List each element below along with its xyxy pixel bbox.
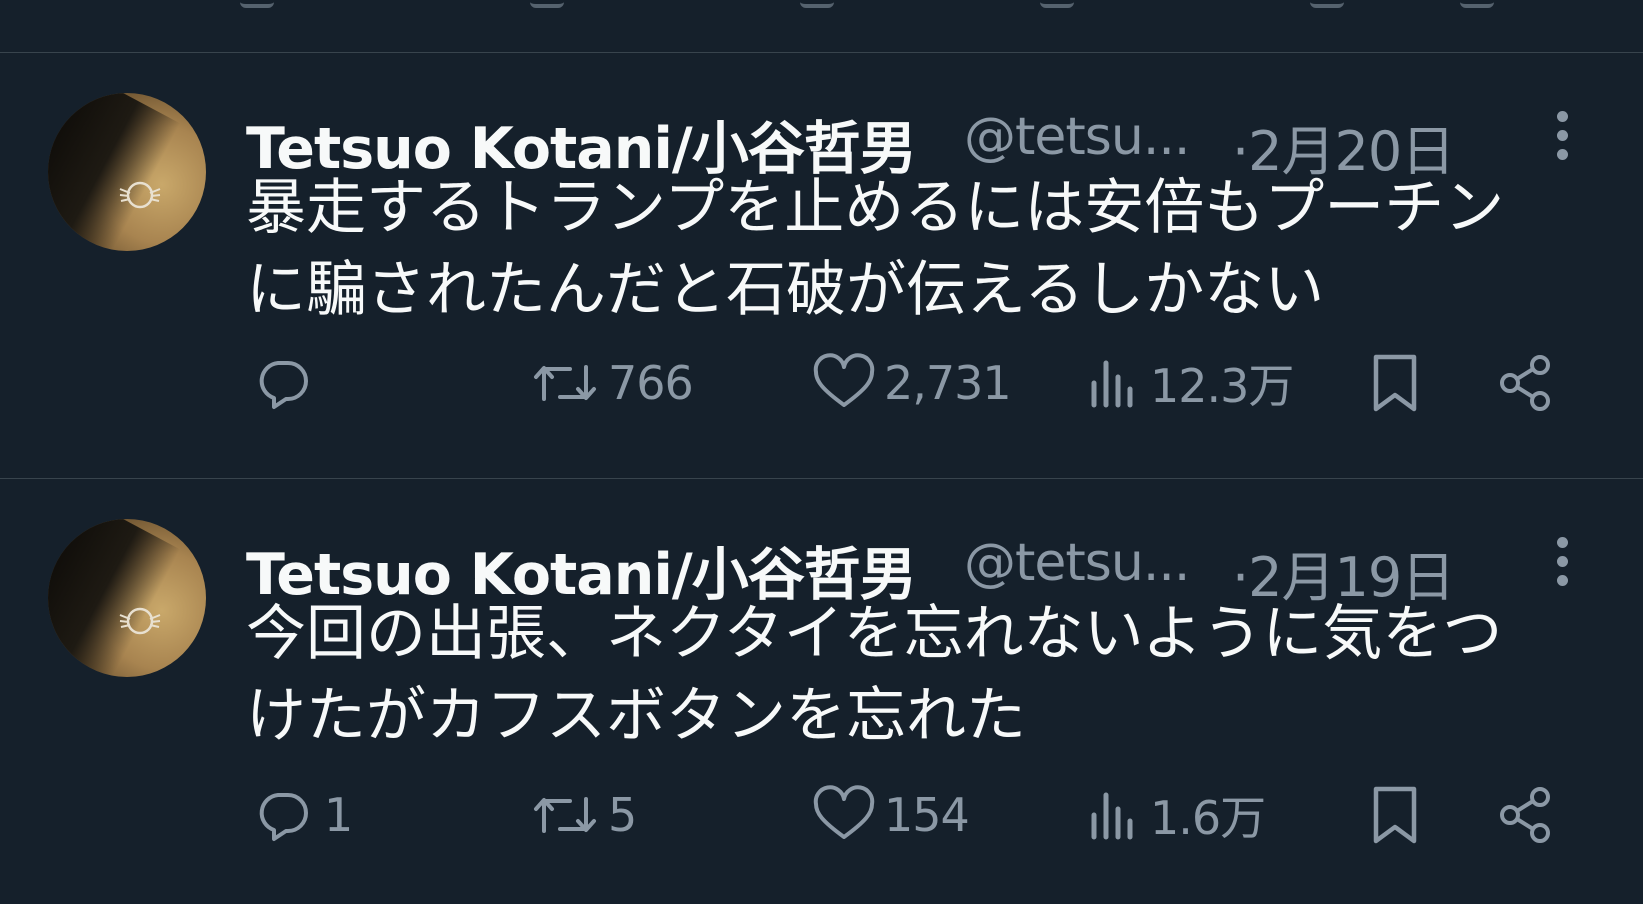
views-icon — [1091, 360, 1133, 408]
share-icon — [1500, 787, 1550, 843]
view-count: 12.3万 — [1150, 359, 1294, 413]
avatar-emblem-icon — [119, 181, 161, 209]
tweet-text-line: けたがカフスボタンを忘れた — [246, 681, 1026, 751]
reply-button[interactable] — [252, 353, 324, 413]
tweet-actions: 1 5 154 1.6万 — [0, 785, 1643, 845]
retweet-count: 766 — [608, 356, 694, 410]
share-button[interactable] — [1496, 785, 1556, 845]
tweet[interactable]: Tetsuo Kotani/小谷哲男 @tetsu... ·2月19日 今回の出… — [0, 479, 1643, 904]
retweet-count: 5 — [608, 788, 637, 842]
avatar[interactable] — [48, 519, 206, 677]
bookmark-button[interactable] — [1368, 785, 1422, 845]
tweet-text-line: 暴走するトランプを止めるには安倍もプーチン — [246, 173, 1505, 243]
previous-tweet-icons — [240, 0, 1583, 8]
bookmark-button[interactable] — [1368, 353, 1422, 413]
more-options-icon[interactable] — [1554, 111, 1570, 161]
avatar[interactable] — [48, 93, 206, 251]
views-button[interactable]: 1.6万 — [1086, 785, 1266, 845]
tweet[interactable]: Tetsuo Kotani/小谷哲男 @tetsu... ·2月20日 暴走する… — [0, 53, 1643, 478]
retweet-icon — [534, 365, 596, 401]
heart-icon — [813, 785, 875, 839]
retweet-button[interactable]: 5 — [530, 785, 637, 845]
bookmark-icon — [1373, 786, 1417, 844]
view-count: 1.6万 — [1150, 791, 1266, 845]
like-button[interactable]: 154 — [812, 785, 970, 845]
tweet-text: 今回の出張、ネクタイを忘れないように気をつ けたがカフスボタンを忘れた — [246, 593, 1586, 757]
tweet-text: 暴走するトランプを止めるには安倍もプーチン に騙されたんだと石破が伝えるしかない — [246, 167, 1586, 331]
tweet-header: Tetsuo Kotani/小谷哲男 @tetsu... ·2月19日 — [246, 517, 1586, 609]
views-icon — [1091, 792, 1133, 840]
reply-icon — [259, 793, 308, 841]
author-handle[interactable]: @tetsu... — [964, 107, 1190, 167]
avatar-emblem-icon — [119, 607, 161, 635]
previous-tweet-actions-partial — [0, 0, 1643, 52]
reply-button[interactable]: 1 — [252, 785, 353, 845]
heart-icon — [813, 353, 875, 407]
tweet-actions: 766 2,731 12.3万 — [0, 353, 1643, 413]
like-button[interactable]: 2,731 — [812, 353, 1012, 413]
tweet-header: Tetsuo Kotani/小谷哲男 @tetsu... ·2月20日 — [246, 91, 1586, 183]
views-button[interactable]: 12.3万 — [1086, 353, 1294, 413]
reply-count: 1 — [324, 788, 353, 842]
more-options-icon[interactable] — [1554, 537, 1570, 587]
bookmark-icon — [1373, 354, 1417, 412]
retweet-icon — [534, 797, 596, 833]
tweet-text-line: 今回の出張、ネクタイを忘れないように気をつ — [246, 599, 1503, 669]
tweet-text-line: に騙されたんだと石破が伝えるしかない — [246, 255, 1325, 325]
share-button[interactable] — [1496, 353, 1556, 413]
reply-icon — [259, 361, 308, 409]
share-icon — [1500, 355, 1550, 411]
like-count: 2,731 — [884, 356, 1012, 410]
like-count: 154 — [884, 788, 970, 842]
author-handle[interactable]: @tetsu... — [964, 533, 1190, 593]
retweet-button[interactable]: 766 — [530, 353, 694, 413]
